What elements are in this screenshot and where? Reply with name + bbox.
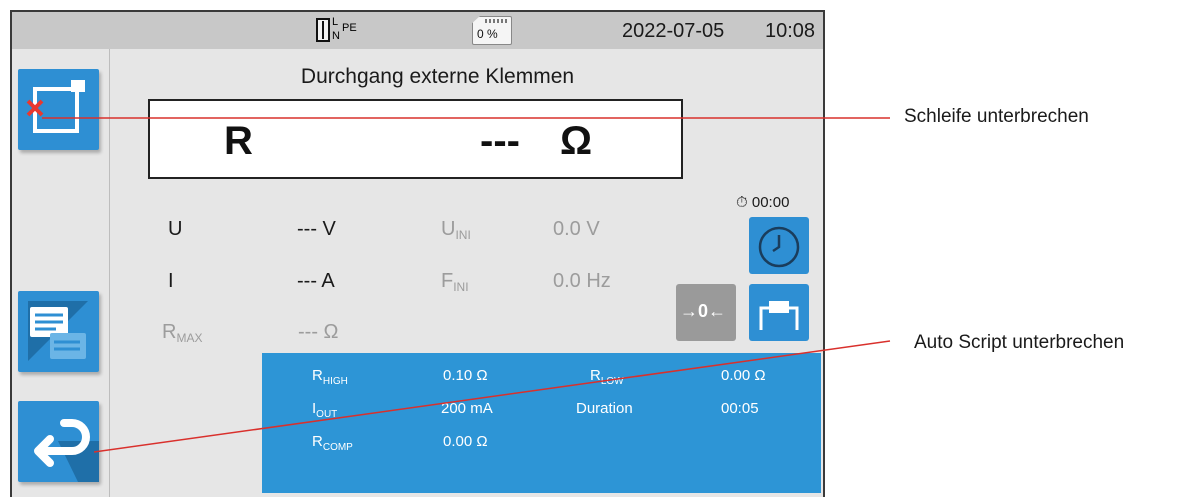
callout-lines [42, 117, 891, 453]
annotation-script: Auto Script unterbrechen [914, 332, 1125, 353]
callout-line-script [93, 340, 891, 453]
annotation-loop: Schleife unterbrechen [904, 106, 1089, 127]
